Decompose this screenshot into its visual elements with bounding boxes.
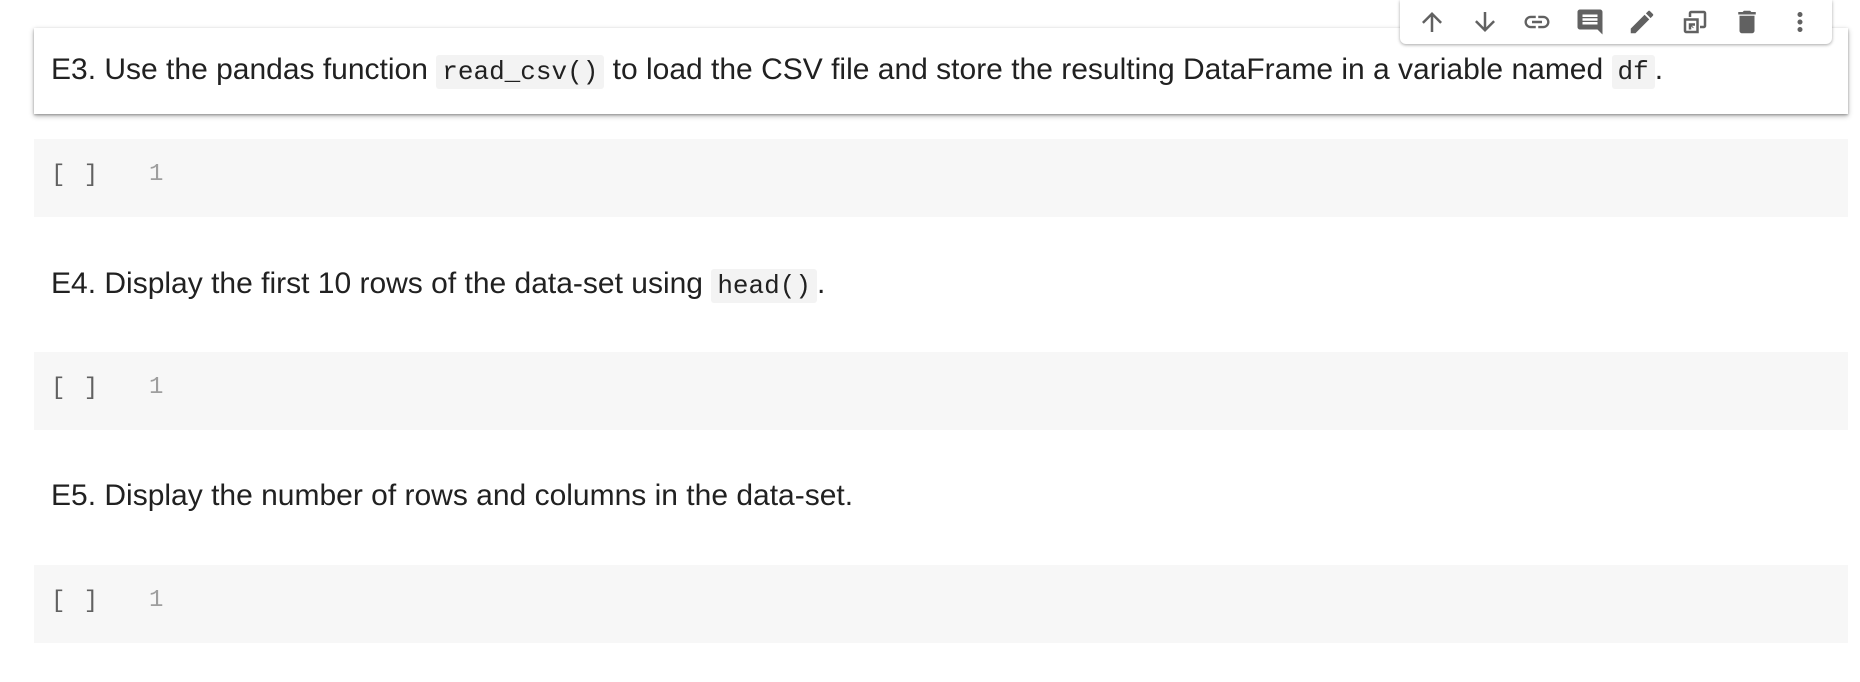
code-editor[interactable] [209,362,1828,420]
delete-cell-button[interactable] [1725,2,1769,42]
move-cell-down-button[interactable] [1463,2,1507,42]
code-cell-3: [ ] 1 [34,565,1848,643]
more-actions-button[interactable] [1778,2,1822,42]
e4-text-after: . [816,267,826,300]
line-number: 1 [149,587,164,614]
notebook-page: E3. Use the pandas function read_csv() t… [0,0,1860,682]
link-to-cell-button[interactable] [1515,2,1559,42]
cell-toolbar [1400,0,1832,44]
arrow-down-icon [1474,12,1495,32]
move-cell-up-button[interactable] [1410,2,1454,42]
e3-text-after: . [1654,53,1664,86]
code-editor[interactable] [209,149,1828,207]
text-cell-e4[interactable]: E4. Display the first 10 rows of the dat… [34,264,1848,324]
e4-text-before: E4. Display the first 10 rows of the dat… [51,267,712,300]
line-number: 1 [149,161,164,188]
inline-code-df: df [1611,55,1655,89]
delete-icon [1738,10,1756,34]
code-editor[interactable] [209,575,1828,633]
more-vert-icon [1797,12,1803,32]
edit-cell-button[interactable] [1620,2,1664,42]
code-cell-2: [ ] 1 [34,352,1848,430]
run-cell-button[interactable]: [ ] [51,162,100,189]
inline-code-read-csv: read_csv() [436,55,605,89]
mirror-cell-icon [1683,10,1706,34]
e3-text-before: E3. Use the pandas function [51,53,437,86]
e5-text: E5. Display the number of rows and colum… [51,479,854,512]
arrow-up-icon [1422,12,1443,32]
e3-text-middle: to load the CSV file and store the resul… [604,53,1612,86]
comment-icon [1577,9,1603,35]
run-cell-button[interactable]: [ ] [51,375,100,402]
add-comment-button[interactable] [1568,2,1612,42]
edit-pencil-icon [1631,10,1654,34]
run-cell-button[interactable]: [ ] [51,588,100,615]
link-icon [1524,15,1550,29]
inline-code-head: head() [711,269,817,303]
mirror-cell-button[interactable] [1673,2,1717,42]
line-number: 1 [149,374,164,401]
text-cell-e5[interactable]: E5. Display the number of rows and colum… [34,476,1848,536]
code-cell-1: [ ] 1 [34,139,1848,217]
